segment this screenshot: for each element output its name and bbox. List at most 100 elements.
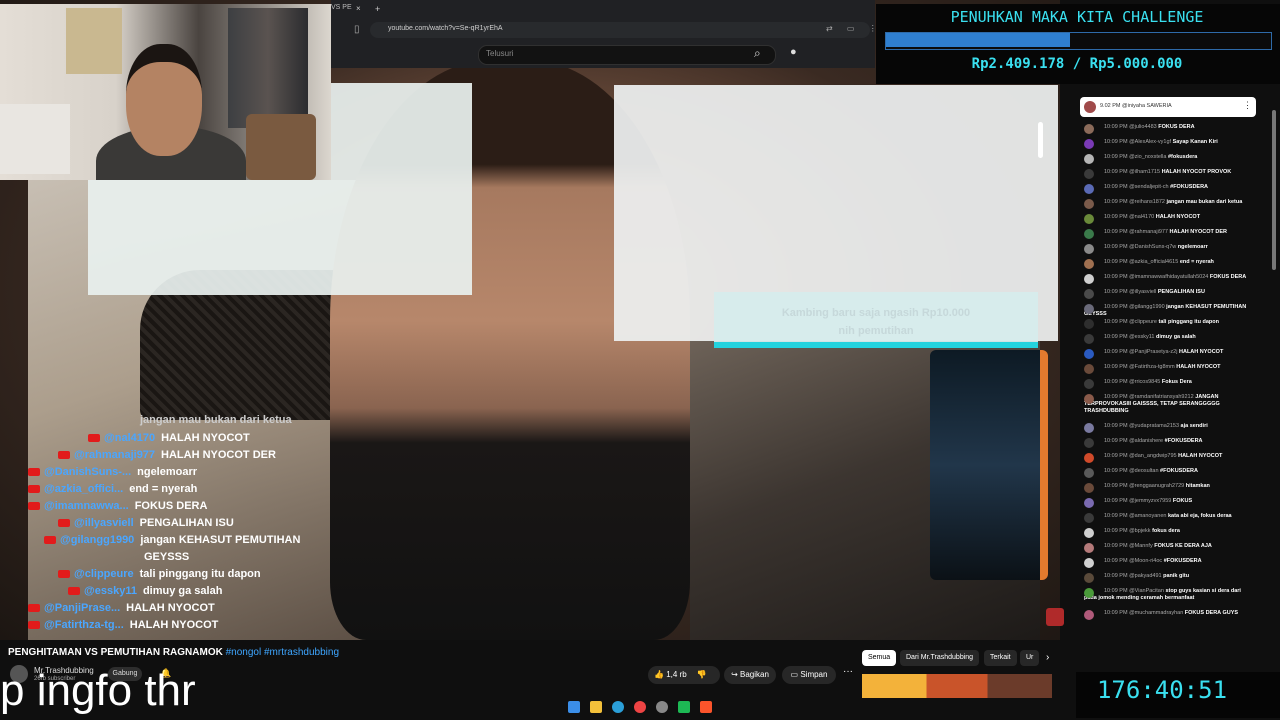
chat-avatar[interactable]	[1084, 498, 1094, 508]
chat-username[interactable]: @pakyad491	[1129, 573, 1163, 579]
chat-avatar[interactable]	[1084, 394, 1094, 404]
chat-username[interactable]: @ilham1715	[1129, 169, 1162, 175]
like-button[interactable]: 👍 1,4 rb 👎	[648, 666, 720, 684]
chip-more[interactable]: Ur	[1020, 650, 1040, 666]
translate-icon[interactable]: ⇄ ▭ ⋮	[826, 24, 883, 33]
chat-username[interactable]: @AlexAlex-vy1gf	[1129, 139, 1173, 145]
chat-username[interactable]: @rricos9845	[1129, 379, 1162, 385]
chat-username[interactable]: @DanishSuns-q7w	[1129, 244, 1178, 250]
bookmark-icon[interactable]: ▯	[354, 24, 360, 35]
chat-username[interactable]: @Mannfy	[1129, 543, 1154, 549]
chat-username[interactable]: @yudapratama2153	[1129, 423, 1180, 429]
windows-start-icon[interactable]	[568, 701, 580, 713]
tab-close-icon[interactable]: ×	[356, 4, 361, 13]
chat-username[interactable]: @sendaljepit-ch	[1129, 184, 1170, 190]
chat-avatar[interactable]	[1084, 543, 1094, 553]
chat-avatar[interactable]	[1084, 244, 1094, 254]
stream-chat-line: @essky11 dimuy ga salah	[68, 584, 222, 598]
chat-username[interactable]: @deosultan	[1129, 468, 1160, 474]
chat-avatar[interactable]	[1084, 319, 1094, 329]
chat-username[interactable]: @rahmanaji977	[1129, 229, 1169, 235]
chat-scrollbar[interactable]	[1272, 110, 1276, 270]
chat-username[interactable]: @muchammadrayhan	[1129, 610, 1185, 616]
chat-message: 10:09 PM @renggaanugrah2729 hitamkan	[1084, 483, 1254, 493]
search-input[interactable]	[478, 45, 776, 65]
chat-username[interactable]: @julio4483	[1129, 124, 1158, 130]
chip-all[interactable]: Semua	[862, 650, 897, 666]
chat-avatar[interactable]	[1084, 588, 1094, 598]
chat-username[interactable]: @nal4170	[1129, 214, 1156, 220]
chat-avatar[interactable]	[1084, 229, 1094, 239]
chat-avatar[interactable]	[1084, 468, 1094, 478]
chat-avatar[interactable]	[1084, 438, 1094, 448]
chat-username[interactable]: @Fatirthza-tg8mm	[1129, 364, 1176, 370]
url-text[interactable]: youtube.com/watch?v=Se-qR1yrEhA	[388, 25, 503, 32]
chat-avatar[interactable]	[1084, 483, 1094, 493]
chat-avatar[interactable]	[1084, 199, 1094, 209]
chat-avatar[interactable]	[1084, 274, 1094, 284]
related-thumbnails[interactable]	[862, 674, 1052, 698]
chat-username[interactable]: @aldanishere	[1129, 438, 1165, 444]
chat-avatar[interactable]	[1084, 169, 1094, 179]
chevron-right-icon[interactable]: ›	[1046, 652, 1049, 663]
chat-avatar[interactable]	[1084, 214, 1094, 224]
chat-avatar[interactable]	[1084, 513, 1094, 523]
chat-username[interactable]: @renggaanugrah2729	[1129, 483, 1186, 489]
chat-avatar[interactable]	[1084, 453, 1094, 463]
chat-avatar[interactable]	[1084, 139, 1094, 149]
save-button[interactable]: ▭ Simpan	[782, 666, 836, 684]
chat-avatar[interactable]	[1084, 289, 1094, 299]
file-explorer-icon[interactable]	[590, 701, 602, 713]
video-tags[interactable]: #nongol #mrtrashdubbing	[226, 647, 339, 658]
chat-avatar[interactable]	[1084, 184, 1094, 194]
media-icon[interactable]	[678, 701, 690, 713]
chat-text: kata abi eja, fokus deraa	[1168, 513, 1232, 519]
chip-from-channel[interactable]: Dari Mr.Trashdubbing	[900, 650, 980, 666]
chat-avatar[interactable]	[1084, 573, 1094, 583]
chat-avatar[interactable]	[1084, 124, 1094, 134]
chrome-icon[interactable]	[634, 701, 646, 713]
chat-avatar[interactable]	[1084, 610, 1094, 620]
chat-username[interactable]: @clippeure	[1129, 319, 1158, 325]
chat-avatar[interactable]	[1084, 259, 1094, 269]
chat-username[interactable]: @imamnawwafhidayatullah5024	[1129, 274, 1210, 280]
chat-username[interactable]: @azkia_official4615	[1129, 259, 1180, 265]
search-icon[interactable]: ⌕	[754, 46, 761, 61]
chat-username[interactable]: @zio_noxstella	[1129, 154, 1168, 160]
chat-username[interactable]: @illyasviell	[1129, 289, 1158, 295]
microphone-icon[interactable]: ●	[790, 46, 797, 58]
chat-avatar[interactable]	[1084, 304, 1094, 314]
chat-avatar[interactable]	[1084, 334, 1094, 344]
chat-username[interactable]: @jemmyzvx7959	[1129, 498, 1173, 504]
browser-tab[interactable]: VS PE	[331, 4, 371, 18]
more-vert-icon[interactable]: ⋮	[1243, 100, 1252, 111]
chat-username[interactable]: @amanoyanen	[1129, 513, 1168, 519]
chat-avatar[interactable]	[1084, 154, 1094, 164]
chat-username[interactable]: @reihans1872	[1129, 199, 1166, 205]
chat-avatar[interactable]	[1084, 379, 1094, 389]
chat-avatar[interactable]	[1084, 528, 1094, 538]
chip-related[interactable]: Terkait	[984, 650, 1017, 666]
chat-username[interactable]: @dan_angdwip795	[1129, 453, 1178, 459]
chat-text: hitamkan	[1185, 483, 1210, 489]
chat-username[interactable]: @ramdanifatriansyah9212	[1129, 394, 1195, 400]
brave-icon[interactable]	[700, 701, 712, 713]
search-placeholder[interactable]: Telusuri	[486, 49, 514, 58]
chat-username[interactable]: @bpjekk	[1129, 528, 1152, 534]
chat-username[interactable]: @essky11	[1129, 334, 1156, 340]
stream-chat-username: @Fatirthza-tg...	[44, 619, 124, 631]
chat-avatar[interactable]	[1084, 349, 1094, 359]
chat-username[interactable]: @VianPacitan	[1129, 588, 1165, 594]
chat-username[interactable]: @gilangg1990	[1129, 304, 1166, 310]
chat-avatar[interactable]	[1084, 558, 1094, 568]
chat-username[interactable]: @PanjiPrasetya-z2j	[1129, 349, 1179, 355]
thumbs-down-icon[interactable]: 👎	[697, 670, 707, 679]
new-tab-icon[interactable]: +	[375, 4, 380, 14]
chat-username[interactable]: @Moon-ri4oc	[1129, 558, 1164, 564]
chat-avatar[interactable]	[1084, 364, 1094, 374]
edge-icon[interactable]	[612, 701, 624, 713]
chat-avatar[interactable]	[1084, 423, 1094, 433]
obs-icon[interactable]	[656, 701, 668, 713]
share-button[interactable]: ↪ Bagikan	[724, 666, 776, 684]
more-actions-button[interactable]: ···	[840, 666, 856, 684]
